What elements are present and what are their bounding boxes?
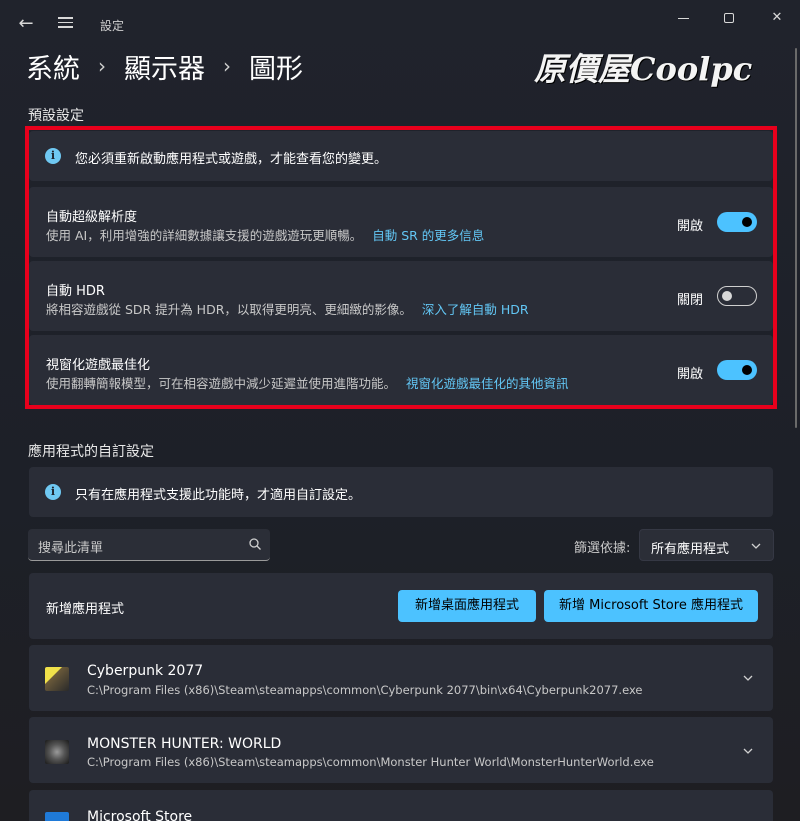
filter-label: 篩選依據:	[574, 541, 631, 556]
chevron-right-icon: ›	[98, 54, 106, 78]
auto-sr-learn-more-link[interactable]: 自動 SR 的更多信息	[372, 228, 484, 243]
app-name: Cyberpunk 2077	[87, 663, 204, 679]
setting-desc: 使用 AI，利用增強的詳細數據讓支援的遊戲遊玩更順暢。 自動 SR 的更多信息	[46, 225, 484, 244]
section-label-defaults: 預設設定	[28, 108, 84, 124]
close-button[interactable]: ✕	[764, 8, 790, 28]
title-bar: ← 設定 ✕	[0, 0, 800, 48]
windowed-opt-toggle[interactable]	[717, 360, 757, 380]
search-input[interactable]: 搜尋此清單	[38, 537, 103, 556]
setting-desc-text: 使用 AI，利用增強的詳細數據讓支援的遊戲遊玩更順暢。	[46, 228, 363, 243]
custom-info-text: 只有在應用程式支援此功能時，才適用自訂設定。	[75, 488, 362, 503]
breadcrumb-graphics: 圖形	[249, 53, 303, 85]
search-box[interactable]: 搜尋此清單	[28, 529, 270, 561]
add-desktop-app-button[interactable]: 新增桌面應用程式	[398, 590, 536, 622]
watermark-logo: 原價屋Coolpc	[534, 50, 753, 88]
add-store-app-button[interactable]: 新增 Microsoft Store 應用程式	[544, 590, 758, 622]
search-icon[interactable]	[248, 537, 262, 551]
toggle-state-label: 關閉	[677, 293, 704, 308]
scrollbar[interactable]	[795, 48, 797, 428]
app-row-microsoft-store[interactable]: Microsoft Store	[29, 790, 773, 821]
setting-desc: 將相容遊戲從 SDR 提升為 HDR，以取得更明亮、更細緻的影像。 深入了解自動 …	[46, 299, 529, 318]
toggle-state-label: 開啟	[677, 219, 704, 234]
restart-info-bar: i 您必須重新啟動應用程式或遊戲，才能查看您的變更。	[29, 131, 773, 181]
auto-hdr-toggle[interactable]	[717, 286, 757, 306]
back-arrow-icon[interactable]: ←	[16, 14, 36, 34]
minimize-button[interactable]	[670, 8, 696, 28]
chevron-down-icon[interactable]	[742, 672, 754, 684]
setting-title: 視窗化遊戲最佳化	[46, 358, 151, 373]
auto-hdr-learn-more-link[interactable]: 深入了解自動 HDR	[422, 302, 529, 317]
app-row-monster-hunter[interactable]: MONSTER HUNTER: WORLD C:\Program Files (…	[29, 717, 773, 783]
toggle-state-label: 開啟	[677, 367, 704, 382]
app-name: Microsoft Store	[87, 809, 193, 821]
info-icon: i	[45, 148, 61, 164]
setting-title: 自動超級解析度	[46, 210, 138, 225]
setting-desc-text: 使用翻轉簡報模型，可在相容遊戲中減少延遲並使用進階功能。	[46, 376, 397, 391]
filter-dropdown[interactable]: 所有應用程式	[639, 529, 774, 561]
filter-value: 所有應用程式	[651, 542, 730, 557]
app-name: MONSTER HUNTER: WORLD	[87, 736, 282, 752]
add-app-label: 新增應用程式	[46, 602, 125, 617]
auto-sr-toggle[interactable]	[717, 212, 757, 232]
setting-row-auto-sr: 自動超級解析度 使用 AI，利用增強的詳細數據讓支援的遊戲遊玩更順暢。 自動 SR…	[29, 187, 773, 257]
chevron-down-icon	[751, 543, 761, 549]
microsoft-store-app-icon	[45, 812, 69, 821]
settings-window: ← 設定 ✕ 系統 › 顯示器 › 圖形 原價屋Coolpc 預設設定 i 您必…	[0, 0, 800, 821]
hamburger-menu-icon[interactable]	[56, 14, 76, 34]
window-title: 設定	[100, 19, 125, 33]
breadcrumb-system[interactable]: 系統	[26, 47, 80, 86]
monster-hunter-app-icon	[45, 740, 69, 764]
setting-row-auto-hdr: 自動 HDR 將相容遊戲從 SDR 提升為 HDR，以取得更明亮、更細緻的影像。…	[29, 261, 773, 331]
restart-info-text: 您必須重新啟動應用程式或遊戲，才能查看您的變更。	[75, 152, 388, 167]
custom-info-bar: i 只有在應用程式支援此功能時，才適用自訂設定。	[29, 467, 773, 517]
setting-row-windowed-opt: 視窗化遊戲最佳化 使用翻轉簡報模型，可在相容遊戲中減少延遲並使用進階功能。 視窗化…	[29, 335, 773, 405]
setting-desc-text: 將相容遊戲從 SDR 提升為 HDR，以取得更明亮、更細緻的影像。	[46, 302, 412, 317]
setting-desc: 使用翻轉簡報模型，可在相容遊戲中減少延遲並使用進階功能。 視窗化遊戲最佳化的其他資…	[46, 373, 569, 392]
section-label-custom: 應用程式的自訂設定	[28, 444, 154, 460]
cyberpunk-app-icon	[45, 667, 69, 691]
maximize-button[interactable]	[716, 8, 742, 28]
chevron-down-icon[interactable]	[742, 745, 754, 757]
breadcrumb: 系統 › 顯示器 › 圖形	[26, 46, 303, 86]
breadcrumb-display[interactable]: 顯示器	[124, 47, 205, 86]
windowed-opt-learn-more-link[interactable]: 視窗化遊戲最佳化的其他資訊	[406, 376, 569, 391]
setting-title: 自動 HDR	[46, 284, 105, 299]
app-path: C:\Program Files (x86)\Steam\steamapps\c…	[87, 755, 654, 769]
app-path: C:\Program Files (x86)\Steam\steamapps\c…	[87, 683, 643, 697]
chevron-right-icon: ›	[223, 54, 231, 78]
app-row-cyberpunk[interactable]: Cyberpunk 2077 C:\Program Files (x86)\St…	[29, 645, 773, 711]
info-icon: i	[45, 484, 61, 500]
